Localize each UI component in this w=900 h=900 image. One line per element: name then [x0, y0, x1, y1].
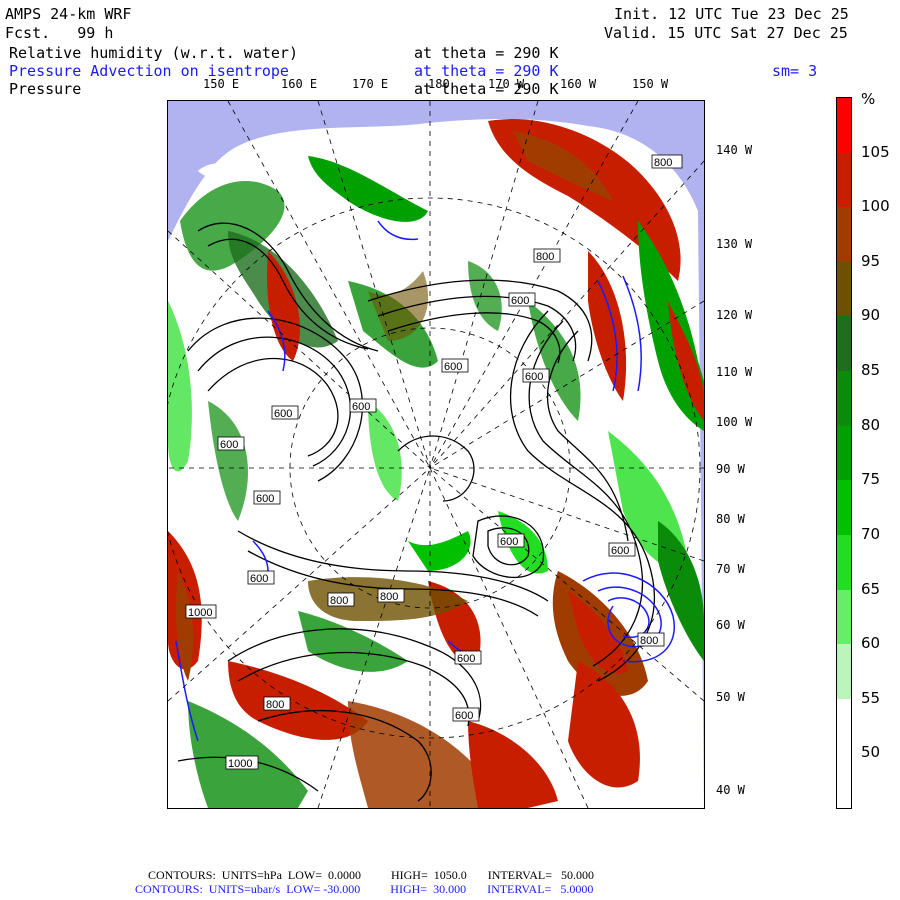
lon-label-right: 120 W	[716, 308, 753, 322]
contour-label-box: 600	[349, 398, 377, 413]
contour-label: 800	[330, 595, 348, 607]
init-time: Init. 12 UTC Tue 23 Dec 25	[614, 5, 849, 23]
lon-label-right: 60 W	[716, 618, 745, 632]
lon-label-right: 110 W	[716, 365, 753, 379]
colorbar-segment	[837, 589, 851, 645]
colorbar-label: 105	[861, 142, 890, 161]
colorbar-segment	[837, 425, 851, 481]
lon-label-top: 160 E	[281, 77, 318, 91]
contour-label-box: 600	[497, 533, 525, 548]
contour-label-box: 600	[253, 490, 281, 505]
colorbar-segment	[837, 534, 851, 591]
contour-label-box: 800	[533, 248, 561, 263]
field1-name: Relative humidity (w.r.t. water)	[9, 44, 298, 62]
contour-label-box: 800	[377, 588, 405, 603]
colorbar-label: 55	[861, 688, 881, 707]
lon-label-top: 180	[428, 77, 450, 91]
colorbar-label: 50	[861, 743, 881, 762]
field1-level: at theta = 290 K	[414, 44, 559, 62]
contour-label: 800	[266, 699, 284, 711]
contour-label: 800	[654, 157, 672, 169]
lon-label-right: 100 W	[716, 415, 753, 429]
colorbar-segment	[837, 644, 851, 700]
contour-label-box: 600	[271, 405, 299, 420]
colorbar-segment	[837, 152, 851, 208]
map-panel: 800 800 600 600 600 600 600 600 600 600 …	[167, 100, 705, 809]
forecast-hour: Fcst. 99 h	[5, 24, 114, 42]
lon-label-top: 170 E	[352, 77, 389, 91]
colorbar-label: 100	[861, 197, 890, 216]
contour-label-box: 600	[608, 542, 636, 557]
colorbar-label: 90	[861, 306, 881, 325]
field2-smoothing: sm= 3	[772, 62, 818, 80]
contour-label: 600	[250, 573, 268, 585]
contour-label: 600	[274, 408, 292, 420]
lon-label-right: 90 W	[716, 462, 745, 476]
contour-label: 600	[455, 710, 473, 722]
contour-label: 600	[444, 361, 462, 373]
contour-label: 600	[352, 401, 370, 413]
contour-label-box: 800	[327, 592, 355, 607]
lon-label-right: 70 W	[716, 562, 745, 576]
colorbar	[836, 97, 852, 809]
contour-label-box: 600	[522, 368, 550, 383]
contour-label: 1000	[228, 758, 252, 770]
contour-label: 1000	[188, 607, 212, 619]
lon-label-right: 50 W	[716, 690, 745, 704]
colorbar-segment	[837, 480, 851, 536]
valid-time: Valid. 15 UTC Sat 27 Dec 25	[604, 24, 848, 42]
contour-label-box: 600	[454, 650, 482, 665]
colorbar-label: 80	[861, 415, 881, 434]
contour-label-box: 800	[263, 696, 291, 711]
colorbar-label: 85	[861, 361, 881, 380]
contour-label-box: 600	[247, 570, 275, 585]
colorbar-label: 75	[861, 470, 881, 489]
colorbar-label: 60	[861, 634, 881, 653]
contour-label-box: 800	[637, 632, 665, 647]
lon-label-right: 40 W	[716, 783, 745, 797]
contour-label-box: 600	[217, 436, 245, 451]
colorbar-label: 70	[861, 524, 881, 543]
contour-label: 600	[611, 545, 629, 557]
map-field: 800 800 600 600 600 600 600 600 600 600 …	[168, 101, 704, 808]
humidity-field	[168, 119, 704, 808]
lon-label-right: 130 W	[716, 237, 753, 251]
contour-label: 800	[380, 591, 398, 603]
contour-label: 600	[525, 371, 543, 383]
contour-label-box: 1000	[185, 604, 217, 619]
colorbar-segment	[837, 98, 851, 154]
contour-label-box: 600	[508, 292, 536, 307]
contour-label: 800	[640, 635, 658, 647]
field2-name: Pressure Advection on isentrope	[9, 62, 289, 80]
contour-label-box: 600	[441, 358, 469, 373]
field3-name: Pressure	[9, 80, 82, 98]
contour-label: 600	[220, 439, 238, 451]
lon-label-right: 80 W	[716, 512, 745, 526]
contour-label-box: 800	[651, 154, 683, 169]
colorbar-segment	[837, 698, 851, 754]
contour-label-box: 600	[452, 707, 480, 722]
lon-label-top: 160 W	[560, 77, 597, 91]
lon-label-top: 170 W	[488, 77, 525, 91]
contour-label: 800	[536, 251, 554, 263]
contour-label-box: 1000	[225, 755, 259, 770]
footer-contours-pressure: CONTOURS: UNITS=hPa LOW= 0.0000 HIGH= 10…	[148, 868, 594, 882]
colorbar-segment	[837, 261, 851, 317]
colorbar-unit: %	[861, 90, 876, 108]
contour-label: 600	[500, 536, 518, 548]
lon-label-top: 150 E	[203, 77, 240, 91]
colorbar-label: 95	[861, 251, 881, 270]
model-title: AMPS 24-km WRF	[5, 5, 132, 23]
colorbar-segment	[837, 371, 851, 427]
contour-label: 600	[511, 295, 529, 307]
lon-label-top: 150 W	[632, 77, 669, 91]
footer-contours-advection: CONTOURS: UNITS=ubar/s LOW= -30.000 HIGH…	[135, 882, 594, 896]
contour-label: 600	[256, 493, 274, 505]
colorbar-segment	[837, 753, 851, 809]
colorbar-segment	[837, 207, 851, 263]
contour-label: 600	[457, 653, 475, 665]
colorbar-label: 65	[861, 579, 881, 598]
lon-label-right: 140 W	[716, 143, 753, 157]
colorbar-segment	[837, 316, 851, 372]
